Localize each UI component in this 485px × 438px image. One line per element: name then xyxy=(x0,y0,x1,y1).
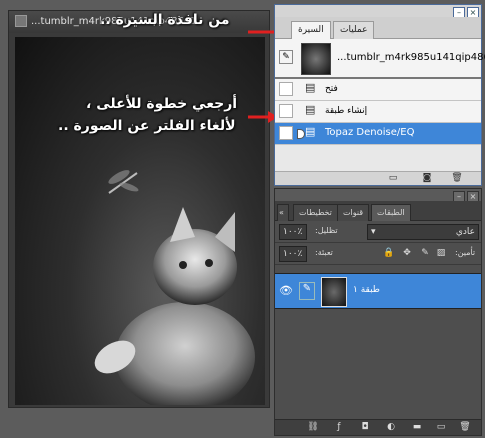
new-document-icon[interactable]: ▭ xyxy=(387,173,399,184)
transparency-icon[interactable]: ▨ xyxy=(435,248,447,259)
history-step-icon: ▤ xyxy=(305,103,316,116)
layer-row[interactable]: 👁 ✎ طبقة ١ xyxy=(275,273,481,309)
history-checkbox[interactable] xyxy=(279,104,293,118)
lock-icon[interactable]: 🔒 xyxy=(383,248,395,259)
image-canvas[interactable] xyxy=(15,37,265,405)
photoshop-doc-icon xyxy=(15,15,27,27)
layers-panel-tabs: « تخطيطات قنوات الطبقات xyxy=(275,201,481,221)
history-item-label: فتح xyxy=(325,84,338,94)
snapshot-thumbnail xyxy=(301,43,331,75)
tab-channels[interactable]: قنوات xyxy=(337,204,370,221)
history-item-label: إنشاء طبقة xyxy=(325,106,368,116)
document-window: ...tumblr_m4rk985u141qip486o1 xyxy=(8,10,270,408)
adjustment-icon[interactable]: ◐ xyxy=(385,422,397,433)
opacity-label: تظليل: xyxy=(315,226,338,235)
history-item-open[interactable]: ▤ فتح xyxy=(275,79,481,101)
tab-actions[interactable]: عمليات xyxy=(333,21,375,39)
move-icon[interactable]: ✥ xyxy=(401,248,413,259)
history-brush-icon[interactable]: ✎ xyxy=(279,50,293,64)
trash-icon[interactable]: 🗑 xyxy=(451,173,463,184)
layer-brush-icon: ✎ xyxy=(299,282,315,300)
snapshot-label: ...tumblr_m4rk985u141qip486o1 xyxy=(337,52,485,63)
fill-field[interactable]: ١٠٠٪ xyxy=(279,246,307,262)
mask-icon[interactable]: ◘ xyxy=(359,422,371,433)
layers-footer: ⛓ ƒ ◘ ◐ ▬ ▭ 🗑 xyxy=(275,419,481,435)
layers-panel-titlebar[interactable]: – × xyxy=(275,189,481,203)
tab-layers[interactable]: الطبقات xyxy=(371,204,411,221)
kitten-image xyxy=(94,207,255,405)
history-checkbox[interactable] xyxy=(279,82,293,96)
annotation-step-up: أرجعي خطوة للأعلى ، xyxy=(86,96,238,112)
blend-row: ١٠٠٪ تظليل: ▾ عادي xyxy=(275,221,481,243)
history-item-new-layer[interactable]: ▤ إنشاء طبقة xyxy=(275,101,481,123)
history-footer: ▭ ◙ 🗑 xyxy=(275,171,481,185)
link-icon[interactable]: ⛓ xyxy=(307,422,319,433)
chevron-down-icon: ▾ xyxy=(371,227,376,237)
new-layer-icon[interactable]: ▭ xyxy=(435,422,447,433)
layer-name: طبقة ١ xyxy=(353,285,380,295)
fx-icon[interactable]: ƒ xyxy=(333,422,345,433)
history-state-slider[interactable] xyxy=(297,129,305,139)
annotation-history-window: من نافذة السيرة .. xyxy=(100,12,230,28)
history-panel: – × السيرة عمليات ✎ ...tumblr_m4rk985u14… xyxy=(274,4,485,186)
opacity-field[interactable]: ١٠٠٪ xyxy=(279,224,307,240)
eye-icon[interactable]: 👁 xyxy=(279,284,293,298)
folder-icon[interactable]: ▬ xyxy=(411,422,423,433)
camera-icon[interactable]: ◙ xyxy=(421,173,433,184)
history-item-label: Topaz Denoise/EQ xyxy=(325,127,415,138)
history-step-icon: ▤ xyxy=(305,125,316,138)
layers-panel: – × « تخطيطات قنوات الطبقات ١٠٠٪ تظليل: … xyxy=(274,188,482,436)
history-list: ▤ فتح ▤ إنشاء طبقة ▤ Topaz Denoise/EQ xyxy=(275,79,481,145)
annotation-remove-filter: لألغاء الفلتر عن الصورة .. xyxy=(58,118,236,134)
tab-history[interactable]: السيرة xyxy=(291,21,331,40)
lock-label: تأمين: xyxy=(455,248,476,257)
tab-paths[interactable]: تخطيطات xyxy=(293,204,338,221)
brush-icon[interactable]: ✎ xyxy=(419,248,431,259)
fill-label: تعبئة: xyxy=(315,248,333,257)
blend-mode-select[interactable]: ▾ عادي xyxy=(367,224,479,240)
screenshot-root: ...tumblr_m4rk985u141qip486o1 من نافذة ا… xyxy=(0,0,485,438)
layer-thumbnail xyxy=(321,277,347,307)
dragonfly-image xyxy=(108,170,139,194)
history-item-topaz[interactable]: ▤ Topaz Denoise/EQ xyxy=(275,123,481,145)
history-panel-tabs: السيرة عمليات xyxy=(275,17,481,40)
trash-icon[interactable]: 🗑 xyxy=(459,422,471,433)
history-panel-titlebar[interactable]: – × xyxy=(275,5,481,19)
history-step-icon: ▤ xyxy=(305,81,316,94)
history-snapshot[interactable]: ✎ ...tumblr_m4rk985u141qip486o1 xyxy=(275,39,485,79)
history-checkbox[interactable] xyxy=(279,126,293,140)
lock-row: ١٠٠٪ تعبئة: 🔒 ✥ ✎ ▨ تأمين: xyxy=(275,243,481,265)
collapse-icon[interactable]: « xyxy=(277,204,289,221)
blend-mode-value: عادي xyxy=(455,227,475,237)
